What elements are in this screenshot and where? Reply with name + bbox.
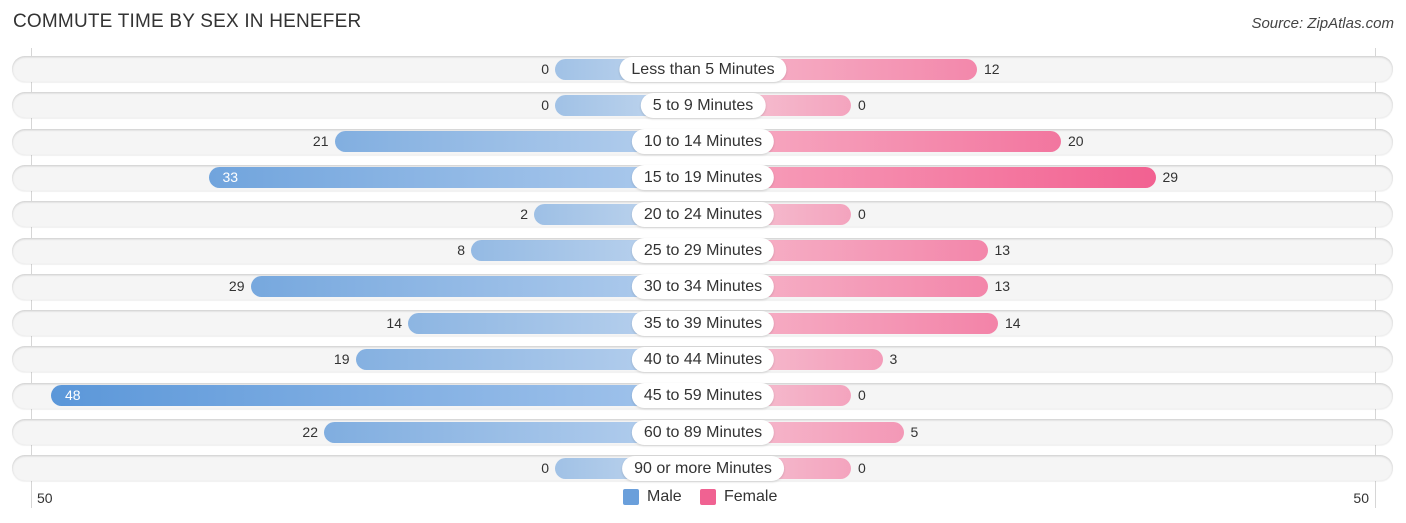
category-label: 45 to 59 Minutes <box>631 383 775 409</box>
value-label-female: 0 <box>858 205 866 222</box>
value-label-female: 0 <box>858 459 866 476</box>
value-label-female: 20 <box>1068 133 1084 150</box>
value-label-female: 14 <box>1005 314 1021 331</box>
category-label: 15 to 19 Minutes <box>631 165 775 191</box>
value-label-male: 14 <box>386 314 402 331</box>
value-label-male: 22 <box>302 423 318 440</box>
legend-label-male: Male <box>647 488 682 505</box>
value-label-male: 33 <box>222 169 239 186</box>
bar-male <box>208 167 703 189</box>
value-label-male: 2 <box>520 205 528 222</box>
category-label: 20 to 24 Minutes <box>631 201 775 227</box>
value-label-female: 0 <box>858 387 866 404</box>
legend-swatch-male <box>623 489 639 505</box>
category-label: 60 to 89 Minutes <box>631 419 775 445</box>
category-label: 90 or more Minutes <box>622 455 784 481</box>
category-label: 25 to 29 Minutes <box>631 238 775 263</box>
axis-label-right: 50 <box>1353 490 1369 506</box>
bar-male <box>51 385 703 407</box>
category-label: Less than 5 Minutes <box>619 56 787 82</box>
source-label: Source: ZipAtlas.com <box>1251 15 1394 32</box>
legend-item-male: Male <box>623 488 682 506</box>
value-label-male: 29 <box>228 278 245 295</box>
value-label-female: 13 <box>994 242 1011 258</box>
value-label-female: 3 <box>889 350 898 367</box>
category-label: 30 to 34 Minutes <box>631 274 775 300</box>
value-label-male: 0 <box>541 96 549 113</box>
value-label-male: 19 <box>333 350 350 367</box>
value-label-male: 0 <box>541 60 549 77</box>
category-label: 5 to 9 Minutes <box>640 92 766 118</box>
legend-swatch-female <box>700 489 716 505</box>
value-label-male: 0 <box>541 459 549 476</box>
value-label-female: 5 <box>910 423 919 440</box>
legend-label-female: Female <box>724 488 778 505</box>
value-label-female: 13 <box>994 278 1011 295</box>
axis-label-left: 50 <box>37 490 53 506</box>
value-label-male: 21 <box>312 133 329 150</box>
value-label-female: 12 <box>984 60 1000 77</box>
chart-title: COMMUTE TIME BY SEX IN HENEFER <box>13 11 362 32</box>
value-label-male: 48 <box>65 387 81 404</box>
value-label-male: 8 <box>457 242 465 258</box>
chart-root: COMMUTE TIME BY SEX IN HENEFER Source: Z… <box>0 0 1406 523</box>
value-label-female: 0 <box>858 96 866 113</box>
category-label: 10 to 14 Minutes <box>631 129 775 155</box>
category-label: 40 to 44 Minutes <box>631 346 775 372</box>
value-label-female: 29 <box>1162 169 1179 186</box>
category-label: 35 to 39 Minutes <box>631 310 775 336</box>
legend-item-female: Female <box>700 488 777 506</box>
